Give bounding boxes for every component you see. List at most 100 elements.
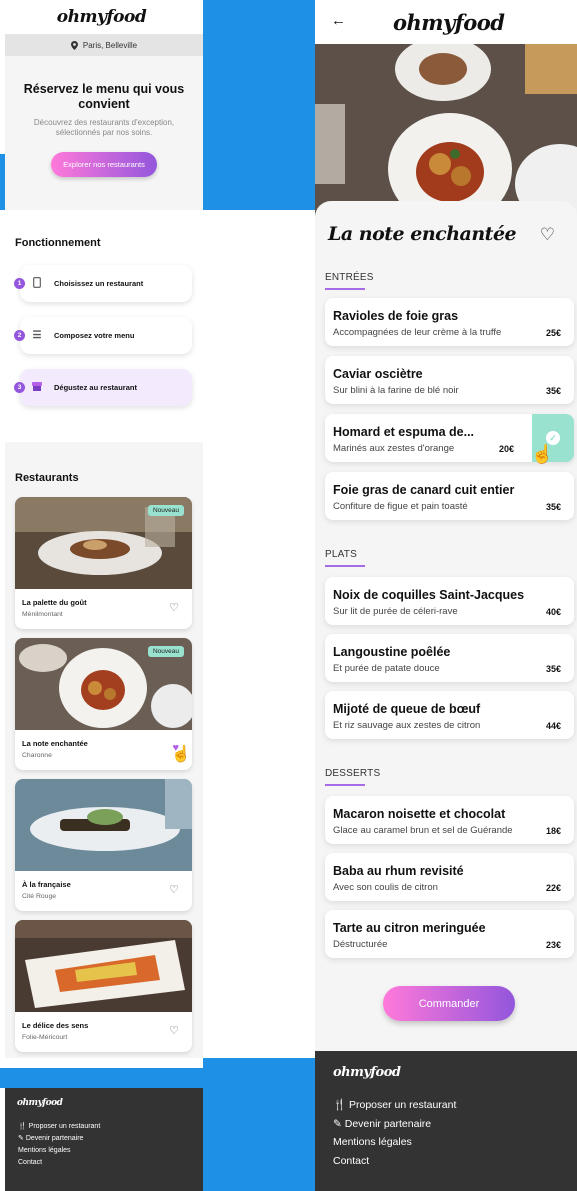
- dish-description: Déstructurée: [333, 939, 388, 950]
- dish-card[interactable]: Noix de coquilles Saint-Jacques Sur lit …: [325, 577, 574, 625]
- restaurants-section: Restaurants Nouveau La palette du goût M…: [5, 442, 203, 1058]
- footer-links: 🍴 Proposer un restaurant ✎ Devenir parte…: [333, 1096, 456, 1170]
- pointer-hand-icon: ☝: [171, 746, 191, 763]
- step-label: Choisissez un restaurant: [54, 279, 144, 288]
- order-button[interactable]: Commander: [383, 986, 515, 1021]
- dish-card[interactable]: Foie gras de canard cuit entier Confitur…: [325, 472, 574, 520]
- footer-link-label: Devenir partenaire: [25, 1135, 84, 1142]
- footer-link-label: Contact: [18, 1159, 43, 1166]
- dish-card[interactable]: Macaron noisette et chocolat Glace au ca…: [325, 796, 574, 844]
- restaurant-hero-photo: [315, 44, 577, 219]
- footer-link[interactable]: Mentions légales: [333, 1133, 456, 1152]
- dish-description: Et purée de patate douce: [333, 663, 440, 674]
- dish-card[interactable]: Mijoté de queue de bœuf Et riz sauvage a…: [325, 691, 574, 739]
- dish-price: 18€: [545, 826, 561, 836]
- footer: ohmyfood 🍴 Proposer un restaurant ✎ Deve…: [5, 1088, 203, 1191]
- seedling-icon: ✎: [333, 1117, 342, 1130]
- list-icon: ☰: [32, 330, 42, 341]
- dish-name: Macaron noisette et chocolat: [333, 807, 506, 821]
- dish-description: Accompagnées de leur crème à la truffe: [333, 327, 502, 338]
- footer-link[interactable]: Contact: [333, 1152, 456, 1171]
- header: ohmyfood: [0, 0, 203, 34]
- restaurant-area: Cité Rouge: [22, 893, 57, 900]
- restaurant-card[interactable]: À la française Cité Rouge ♡: [15, 779, 192, 911]
- restaurant-card[interactable]: Nouveau La palette du goût Ménilmontant …: [15, 497, 192, 629]
- dish-price: 35€: [545, 502, 561, 512]
- step-label: Dégustez au restaurant: [54, 383, 137, 392]
- logo[interactable]: ohmyfood: [393, 10, 505, 35]
- restaurant-name: À la française: [22, 880, 71, 889]
- section-title: PLATS: [325, 549, 357, 560]
- step-card: 3 Dégustez au restaurant: [14, 369, 192, 406]
- location-text: Paris, Belleville: [82, 40, 138, 50]
- footer-link-label: Proposer un restaurant: [349, 1099, 457, 1111]
- dish-name: Caviar osciètre: [333, 367, 423, 381]
- footer-link[interactable]: ✎ Devenir partenaire: [333, 1115, 456, 1134]
- section-underline: [325, 565, 365, 567]
- heart-icon[interactable]: ♡: [540, 225, 555, 245]
- heart-icon[interactable]: ♡: [169, 601, 179, 614]
- menu-page-mockup: ← ohmyfood La note enchantée ♡ ENTRÉES R…: [315, 0, 577, 1191]
- dish-name: Mijoté de queue de bœuf: [333, 702, 481, 716]
- how-it-works-section: Fonctionnement 1 Choisissez un restauran…: [0, 210, 203, 442]
- restaurant-title: La note enchantée: [328, 223, 517, 245]
- dish-card[interactable]: Baba au rhum revisité Avec son coulis de…: [325, 853, 574, 901]
- dish-card[interactable]: Langoustine poêlée Et purée de patate do…: [325, 634, 574, 682]
- dish-name: Noix de coquilles Saint-Jacques: [333, 588, 525, 602]
- hero-subtitle: Découvrez des restaurants d'exception, s…: [33, 118, 175, 137]
- footer-link-label: Mentions légales: [18, 1147, 71, 1154]
- section-underline: [325, 288, 365, 290]
- restaurant-area: Charonne: [22, 752, 52, 759]
- restaurant-photo: Nouveau: [15, 497, 192, 589]
- location-pin-icon: [70, 40, 78, 50]
- footer-link-label: Proposer un restaurant: [28, 1123, 101, 1130]
- dish-description: Avec son coulis de citron: [333, 882, 438, 893]
- dish-price: 35€: [545, 386, 561, 396]
- heart-icon[interactable]: ♡: [169, 883, 179, 896]
- footer-link[interactable]: Mentions légales: [18, 1145, 100, 1157]
- footer-logo: ohmyfood: [17, 1098, 63, 1108]
- heart-icon[interactable]: ♡: [169, 1024, 179, 1037]
- restaurant-name: La palette du goût: [22, 598, 87, 607]
- footer-link-label: Mentions légales: [333, 1136, 412, 1148]
- explore-button[interactable]: Explorer nos restaurants: [51, 152, 157, 177]
- dish-description: Marinés aux zestes d'orange: [333, 443, 455, 454]
- step-number: 2: [14, 330, 25, 341]
- dish-price: 35€: [545, 664, 561, 674]
- footer-link-label: Devenir partenaire: [344, 1117, 432, 1130]
- restaurant-photo: [15, 779, 192, 871]
- dish-price: 23€: [545, 940, 561, 950]
- restaurant-area: Ménilmontant: [22, 611, 63, 618]
- header: ← ohmyfood: [315, 0, 577, 44]
- restaurant-name: Le délice des sens: [22, 1021, 89, 1030]
- dish-price: 25€: [545, 328, 561, 338]
- restaurant-card[interactable]: Le délice des sens Folie-Méricourt ♡: [15, 920, 192, 1052]
- dish-description: Sur blini à la farine de blé noir: [333, 385, 459, 396]
- dish-description: Confiture de figue et pain toasté: [333, 501, 468, 512]
- footer-link[interactable]: ✎ Devenir partenaire: [18, 1133, 100, 1145]
- footer-links: 🍴 Proposer un restaurant ✎ Devenir parte…: [18, 1121, 100, 1169]
- footer: ohmyfood 🍴 Proposer un restaurant ✎ Deve…: [315, 1051, 577, 1191]
- footer-link-label: Contact: [333, 1154, 370, 1167]
- screenshot-canvas: ohmyfood Paris, Belleville Réservez le m…: [0, 0, 577, 1191]
- restaurant-photo: Nouveau: [15, 638, 192, 730]
- restaurant-card[interactable]: Nouveau La note enchantée Charonne ♥: [15, 638, 192, 770]
- logo[interactable]: ohmyfood: [57, 7, 147, 27]
- section-title: DESSERTS: [325, 768, 381, 779]
- location-bar[interactable]: Paris, Belleville: [5, 34, 203, 56]
- restaurant-photo: [15, 920, 192, 1012]
- footer-link[interactable]: 🍴 Proposer un restaurant: [18, 1121, 100, 1133]
- section-title: Restaurants: [15, 472, 79, 484]
- home-page-mockup: ohmyfood Paris, Belleville Réservez le m…: [0, 0, 203, 1191]
- footer-link[interactable]: Contact: [18, 1157, 100, 1169]
- dish-card[interactable]: Caviar osciètre Sur blini à la farine de…: [325, 356, 574, 404]
- dish-price: 22€: [545, 883, 561, 893]
- dish-name: Homard et espuma de...: [333, 425, 475, 439]
- footer-link[interactable]: 🍴 Proposer un restaurant: [333, 1096, 456, 1115]
- dish-card[interactable]: Ravioles de foie gras Accompagnées de le…: [325, 298, 574, 346]
- phone-icon: [20, 276, 54, 291]
- dish-card[interactable]: Tarte au citron meringuée Déstructurée 2…: [325, 910, 574, 958]
- section-title: ENTRÉES: [325, 272, 374, 283]
- back-arrow-icon[interactable]: ←: [331, 12, 346, 29]
- step-card: 1 Choisissez un restaurant: [14, 265, 192, 302]
